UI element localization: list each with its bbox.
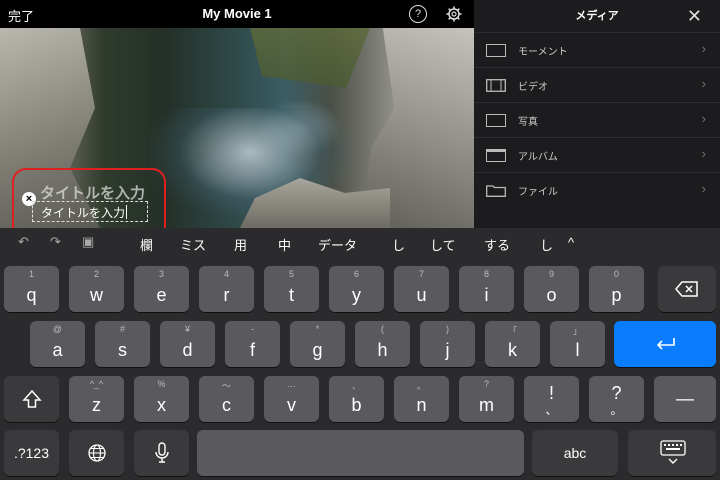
- title-input[interactable]: タイトルを入力: [32, 201, 148, 222]
- media-panel-title: メディア: [575, 10, 619, 22]
- media-item-label: ビデオ: [518, 82, 548, 93]
- film-icon: [486, 79, 506, 92]
- close-icon[interactable]: ✕: [687, 6, 702, 27]
- key-q[interactable]: 1q: [4, 266, 59, 312]
- microphone-icon: [155, 442, 169, 463]
- shift-icon: [22, 389, 42, 408]
- key-x[interactable]: % x: [134, 376, 189, 422]
- candidate-word[interactable]: する: [484, 235, 510, 254]
- chevron-up-icon[interactable]: ^: [568, 235, 574, 250]
- media-panel: メディア ✕ モーメント › ビデオ › 写真 › アルバム › ファイル ›: [474, 0, 720, 228]
- keyboard-dismiss-icon: [660, 440, 686, 464]
- key-o[interactable]: 9o: [524, 266, 579, 312]
- return-icon: [656, 338, 675, 350]
- abc-key[interactable]: abc: [532, 430, 618, 476]
- key-a[interactable]: @ a: [30, 321, 85, 367]
- media-item-files[interactable]: ファイル ›: [474, 172, 720, 207]
- chevron-right-icon: ›: [701, 181, 706, 196]
- key-r[interactable]: 4r: [199, 266, 254, 312]
- key-k[interactable]: 「k: [485, 321, 540, 367]
- redo-icon[interactable]: ↷: [50, 234, 61, 250]
- key-exclamation[interactable]: !、: [524, 376, 579, 422]
- key-v[interactable]: … v: [264, 376, 319, 422]
- key-z[interactable]: ^_^ z: [69, 376, 124, 422]
- key-h[interactable]: (h: [355, 321, 410, 367]
- space-key[interactable]: [197, 430, 524, 476]
- key-p[interactable]: 0p: [589, 266, 644, 312]
- candidate-word[interactable]: 欄: [140, 235, 153, 254]
- photo-icon: [486, 114, 506, 127]
- media-item-photos[interactable]: 写真 ›: [474, 102, 720, 137]
- globe-icon: [88, 444, 106, 462]
- media-item-label: モーメント: [518, 47, 568, 58]
- chevron-right-icon: ›: [701, 111, 706, 126]
- candidate-bar: ↶ ↷ ▣ 欄 ミス 用 中 データ し して する し ^: [0, 228, 720, 258]
- key-d[interactable]: ¥ d: [160, 321, 215, 367]
- key-question[interactable]: ?。: [589, 376, 644, 422]
- candidate-word[interactable]: 用: [234, 235, 247, 254]
- key-y[interactable]: 6y: [329, 266, 384, 312]
- return-key[interactable]: [614, 321, 716, 367]
- key-g[interactable]: * g: [290, 321, 345, 367]
- media-item-label: アルバム: [518, 152, 558, 163]
- key-m[interactable]: ? m: [459, 376, 514, 422]
- key-n[interactable]: 。 n: [394, 376, 449, 422]
- project-title: My Movie 1: [202, 6, 272, 21]
- chevron-right-icon: ›: [701, 41, 706, 56]
- key-u[interactable]: 7u: [394, 266, 449, 312]
- globe-key[interactable]: [69, 430, 124, 476]
- media-item-label: ファイル: [518, 187, 558, 198]
- media-item-moments[interactable]: モーメント ›: [474, 32, 720, 67]
- key-i[interactable]: 8i: [459, 266, 514, 312]
- top-bar: 完了 My Movie 1 ?: [0, 0, 474, 28]
- folder-icon: [486, 185, 506, 197]
- delete-backward-icon: [675, 281, 698, 297]
- moments-icon: [486, 44, 506, 57]
- candidate-word[interactable]: し: [540, 235, 553, 254]
- preview-grass: [250, 28, 370, 88]
- title-input-value: タイトルを入力: [41, 206, 126, 220]
- key-dash[interactable]: —: [654, 376, 716, 422]
- dismiss-keyboard-key[interactable]: [628, 430, 716, 476]
- numbers-key[interactable]: .?123: [4, 430, 59, 476]
- album-icon: [486, 149, 506, 162]
- shift-key[interactable]: [4, 376, 59, 422]
- key-j[interactable]: ) j: [420, 321, 475, 367]
- key-t[interactable]: 5t: [264, 266, 319, 312]
- on-screen-keyboard: ↶ ↷ ▣ 欄 ミス 用 中 データ し して する し ^ 1q 2w 3e …: [0, 228, 720, 480]
- candidate-word[interactable]: して: [430, 235, 456, 254]
- media-item-albums[interactable]: アルバム ›: [474, 137, 720, 172]
- candidate-word[interactable]: 中: [278, 235, 291, 254]
- candidate-word[interactable]: ミス: [180, 235, 206, 254]
- chevron-right-icon: ›: [701, 146, 706, 161]
- media-item-video[interactable]: ビデオ ›: [474, 67, 720, 102]
- key-l[interactable]: 」 l: [550, 321, 605, 367]
- key-w[interactable]: 2w: [69, 266, 124, 312]
- text-caret: [126, 205, 128, 219]
- backspace-key[interactable]: [658, 266, 716, 312]
- key-f[interactable]: -f: [225, 321, 280, 367]
- gear-icon[interactable]: [446, 6, 462, 22]
- candidate-word[interactable]: し: [392, 235, 405, 254]
- media-item-label: 写真: [518, 117, 538, 128]
- key-b[interactable]: 、 b: [329, 376, 384, 422]
- dictation-key[interactable]: [134, 430, 189, 476]
- key-e[interactable]: 3e: [134, 266, 189, 312]
- paste-icon[interactable]: ▣: [82, 234, 94, 250]
- key-c[interactable]: 〜 c: [199, 376, 254, 422]
- help-icon[interactable]: ?: [409, 5, 427, 23]
- candidate-word[interactable]: データ: [318, 235, 357, 254]
- undo-icon[interactable]: ↶: [18, 234, 29, 250]
- key-s[interactable]: # s: [95, 321, 150, 367]
- chevron-right-icon: ›: [701, 76, 706, 91]
